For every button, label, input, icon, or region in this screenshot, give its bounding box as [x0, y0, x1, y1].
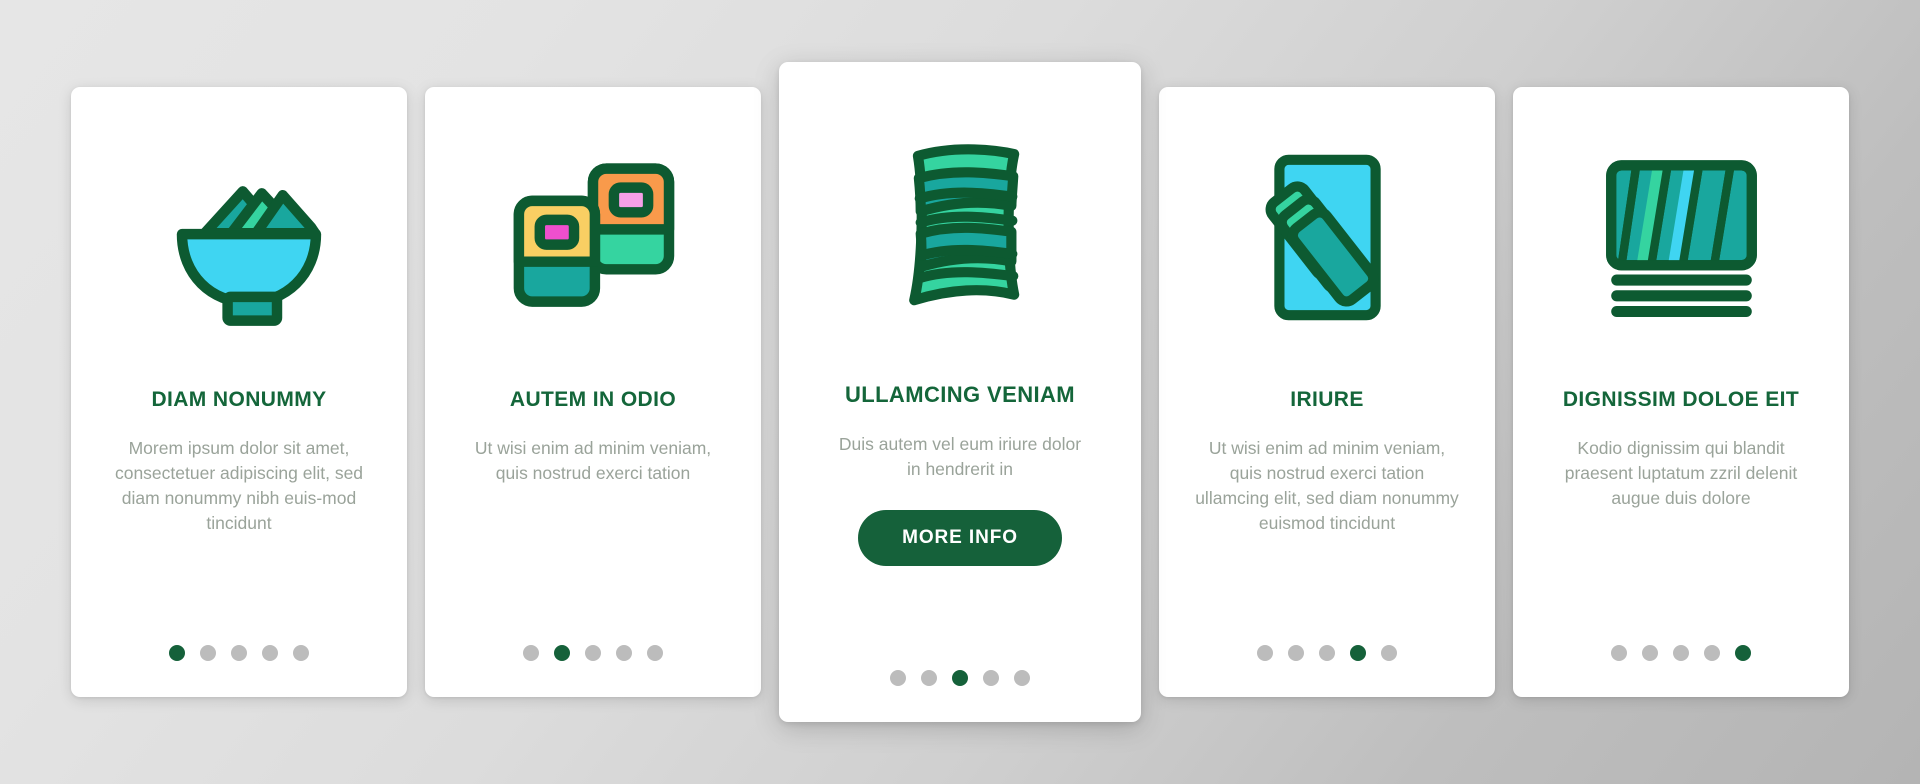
pagination-dot-1[interactable] — [523, 645, 539, 661]
onboarding-card-1[interactable]: DIAM NONUMMY Morem ipsum dolor sit amet, … — [71, 87, 407, 697]
card-body-text: Kodio dignissim qui blandit praesent lup… — [1564, 438, 1798, 508]
pagination-dot-2[interactable] — [554, 645, 570, 661]
card-title: DIAM NONUMMY — [151, 388, 327, 411]
pagination-dot-3[interactable] — [1319, 645, 1335, 661]
salad-bowl-icon — [93, 87, 385, 387]
pagination-dot-4[interactable] — [1704, 645, 1720, 661]
card-title: AUTEM IN ODIO — [509, 388, 677, 411]
pagination-dot-2[interactable] — [1642, 645, 1658, 661]
card-body-text: Morem ipsum dolor sit amet, consectetuer… — [114, 438, 364, 533]
nori-sheet-icon — [801, 62, 1119, 382]
pagination-dots — [425, 645, 761, 661]
pagination-dot-1[interactable] — [1257, 645, 1273, 661]
pagination-dot-5[interactable] — [293, 645, 309, 661]
pagination-dot-5[interactable] — [647, 645, 663, 661]
pagination-dot-1[interactable] — [890, 670, 906, 686]
pagination-dots — [1513, 645, 1849, 661]
pagination-dot-4[interactable] — [1350, 645, 1366, 661]
pagination-dot-5[interactable] — [1014, 670, 1030, 686]
pagination-dot-2[interactable] — [921, 670, 937, 686]
pagination-dot-4[interactable] — [616, 645, 632, 661]
pagination-dot-1[interactable] — [169, 645, 185, 661]
card-title: ULLAMCING VENIAM — [844, 382, 1076, 407]
card-body-text: Duis autem vel eum iriure dolor in hendr… — [838, 434, 1082, 480]
sushi-rolls-icon — [447, 87, 739, 387]
onboarding-card-4[interactable]: IRIURE Ut wisi enim ad minim veniam, quis… — [1159, 87, 1495, 697]
pagination-dot-3[interactable] — [585, 645, 601, 661]
pagination-dot-5[interactable] — [1381, 645, 1397, 661]
onboarding-carousel: DIAM NONUMMY Morem ipsum dolor sit amet, … — [0, 0, 1920, 784]
pagination-dots — [779, 670, 1141, 686]
more-info-button[interactable]: MORE INFO — [858, 510, 1062, 567]
pagination-dots — [1159, 645, 1495, 661]
pagination-dot-2[interactable] — [1288, 645, 1304, 661]
card-title: IRIURE — [1290, 388, 1364, 411]
card-body-text: Ut wisi enim ad minim veniam, quis nostr… — [474, 438, 712, 484]
card-body-text: Ut wisi enim ad minim veniam, quis nostr… — [1195, 438, 1459, 533]
pagination-dot-4[interactable] — [262, 645, 278, 661]
pagination-dot-3[interactable] — [952, 670, 968, 686]
card-title: DIGNISSIM DOLOE EIT — [1562, 388, 1800, 411]
seaweed-strips-plate-icon — [1181, 87, 1473, 387]
seaweed-sheets-stack-icon — [1535, 87, 1827, 387]
pagination-dot-5[interactable] — [1735, 645, 1751, 661]
pagination-dots — [71, 645, 407, 661]
pagination-dot-3[interactable] — [231, 645, 247, 661]
onboarding-card-2[interactable]: AUTEM IN ODIO Ut wisi enim ad minim venia… — [425, 87, 761, 697]
pagination-dot-1[interactable] — [1611, 645, 1627, 661]
pagination-dot-2[interactable] — [200, 645, 216, 661]
pagination-dot-3[interactable] — [1673, 645, 1689, 661]
onboarding-card-3[interactable]: ULLAMCING VENIAM Duis autem vel eum iriur… — [779, 62, 1141, 722]
onboarding-card-5[interactable]: DIGNISSIM DOLOE EIT Kodio dignissim qui b… — [1513, 87, 1849, 697]
pagination-dot-4[interactable] — [983, 670, 999, 686]
